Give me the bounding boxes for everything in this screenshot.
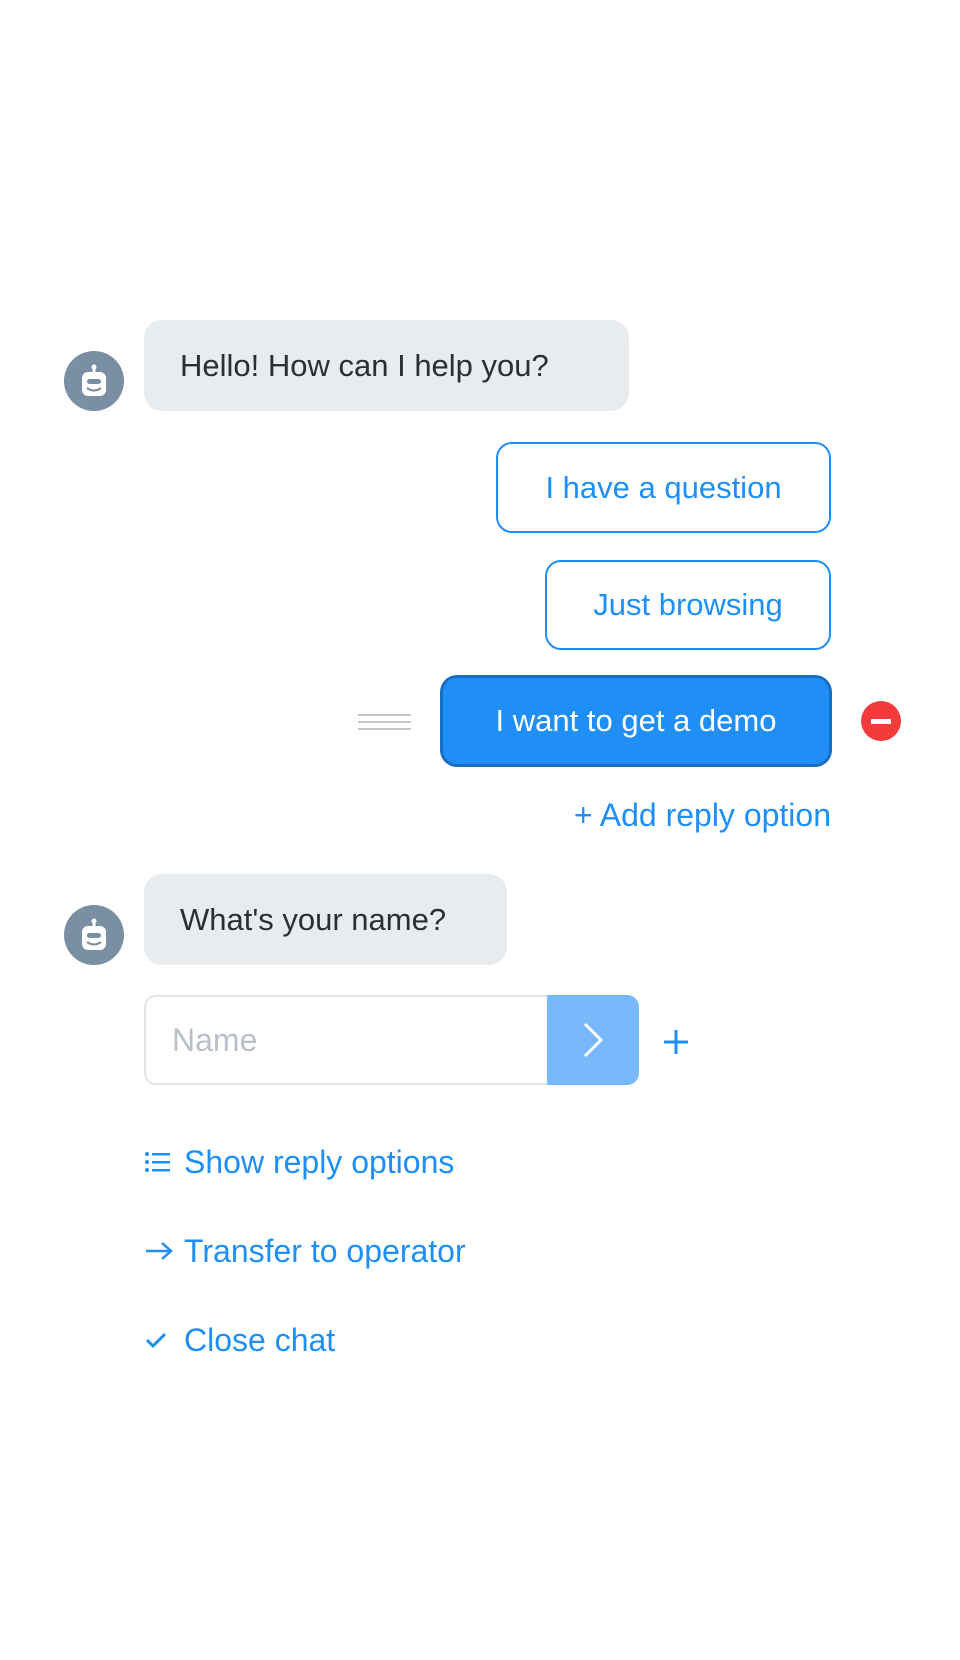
bot-message-text: Hello! How can I help you? <box>180 347 549 383</box>
plus-icon <box>664 1030 688 1054</box>
bot-avatar <box>64 905 124 965</box>
add-reply-option-link[interactable]: + Add reply option <box>574 792 831 838</box>
bot-message-text: What's your name? <box>180 901 447 937</box>
add-field-button[interactable] <box>660 1026 692 1058</box>
name-input[interactable] <box>144 995 547 1085</box>
arrow-right-icon <box>144 1240 178 1262</box>
reply-option-button[interactable]: Just browsing <box>545 560 831 650</box>
check-icon <box>144 1330 178 1350</box>
bot-message-bubble: What's your name? <box>144 874 507 965</box>
chevron-right-icon <box>583 1022 604 1058</box>
bot-message-bubble: Hello! How can I help you? <box>144 320 629 411</box>
reply-option-label: I want to get a demo <box>495 703 777 738</box>
close-chat-link[interactable]: Close chat <box>144 1316 335 1364</box>
transfer-to-operator-link[interactable]: Transfer to operator <box>144 1227 466 1275</box>
reply-option-button-selected[interactable]: I want to get a demo <box>441 676 831 766</box>
bot-avatar <box>64 351 124 411</box>
add-reply-option-label: + Add reply option <box>573 796 831 833</box>
robot-icon <box>82 364 106 396</box>
minus-icon <box>871 718 891 724</box>
send-button[interactable] <box>547 995 639 1085</box>
drag-handle-icon[interactable] <box>358 712 411 732</box>
close-chat-label: Close chat <box>184 1321 336 1358</box>
robot-icon <box>82 918 106 950</box>
transfer-to-operator-label: Transfer to operator <box>184 1232 466 1269</box>
reply-option-label: Just browsing <box>593 587 783 622</box>
list-icon <box>144 1151 178 1173</box>
remove-option-button[interactable] <box>861 701 901 741</box>
reply-option-button[interactable]: I have a question <box>496 442 831 533</box>
show-reply-options-label: Show reply options <box>184 1143 455 1180</box>
reply-option-label: I have a question <box>545 469 782 505</box>
show-reply-options-link[interactable]: Show reply options <box>144 1138 454 1186</box>
